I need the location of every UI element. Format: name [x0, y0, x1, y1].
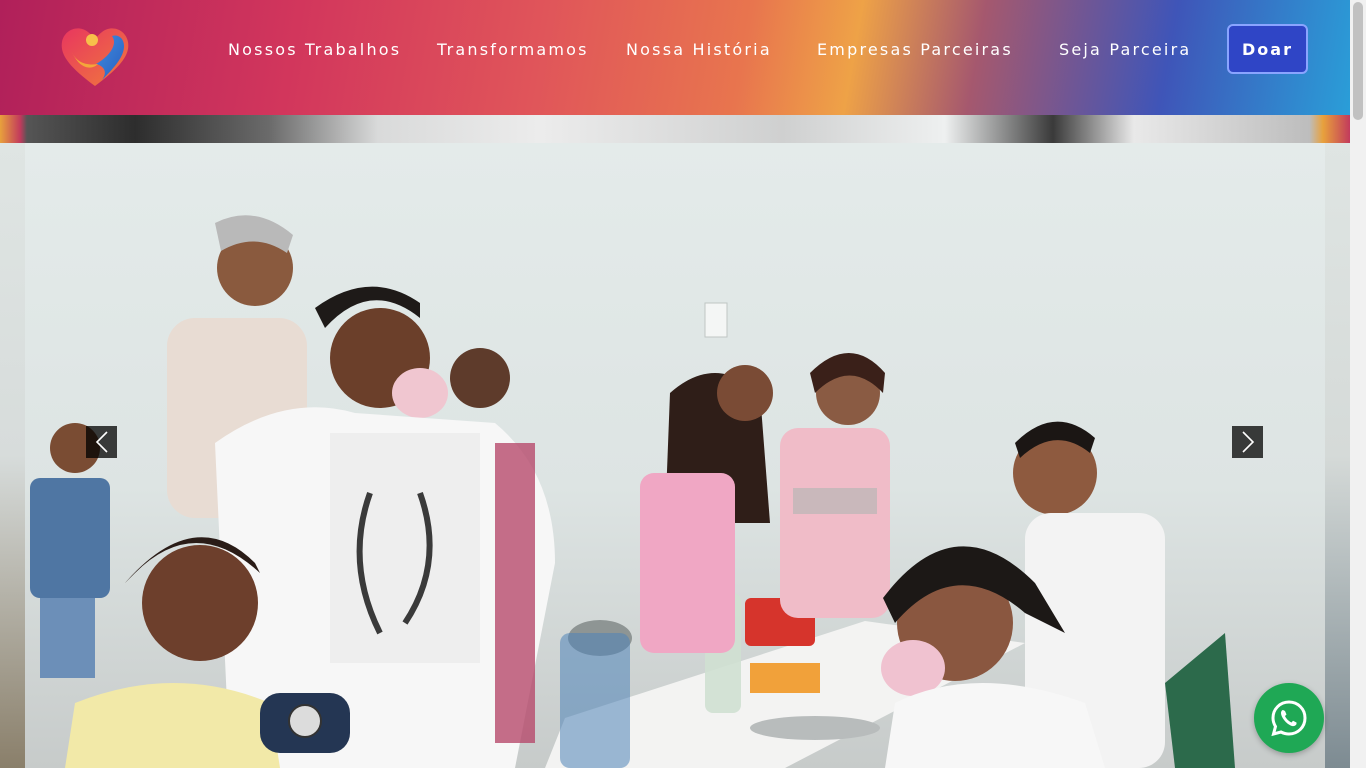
heart-hands-logo[interactable] [58, 22, 132, 90]
nav-empresas-parceiras[interactable]: Empresas Parceiras [817, 40, 1013, 59]
whatsapp-button[interactable] [1254, 683, 1324, 753]
page-scrollbar[interactable] [1350, 0, 1366, 768]
nav-nossos-trabalhos[interactable]: Nossos Trabalhos [228, 40, 401, 59]
donate-button[interactable]: Doar [1227, 24, 1308, 74]
previous-slide-peek [0, 115, 1350, 143]
chevron-left-icon [95, 431, 108, 453]
chevron-right-icon [1241, 431, 1254, 453]
carousel-prev-button[interactable] [86, 426, 117, 458]
site-header: Nossos Trabalhos Transformamos Nossa His… [0, 0, 1350, 115]
scrollbar-thumb[interactable] [1353, 2, 1363, 120]
hero-carousel-slide [25, 143, 1325, 768]
nav-nossa-historia[interactable]: Nossa História [626, 40, 772, 59]
carousel-next-button[interactable] [1232, 426, 1263, 458]
hero-photo [30, 215, 1235, 768]
nav-transformamos[interactable]: Transformamos [437, 40, 589, 59]
whatsapp-icon [1271, 700, 1307, 737]
prev-slide-edge [0, 143, 25, 768]
next-slide-edge [1325, 143, 1350, 768]
nav-seja-parceira[interactable]: Seja Parceira [1059, 40, 1191, 59]
